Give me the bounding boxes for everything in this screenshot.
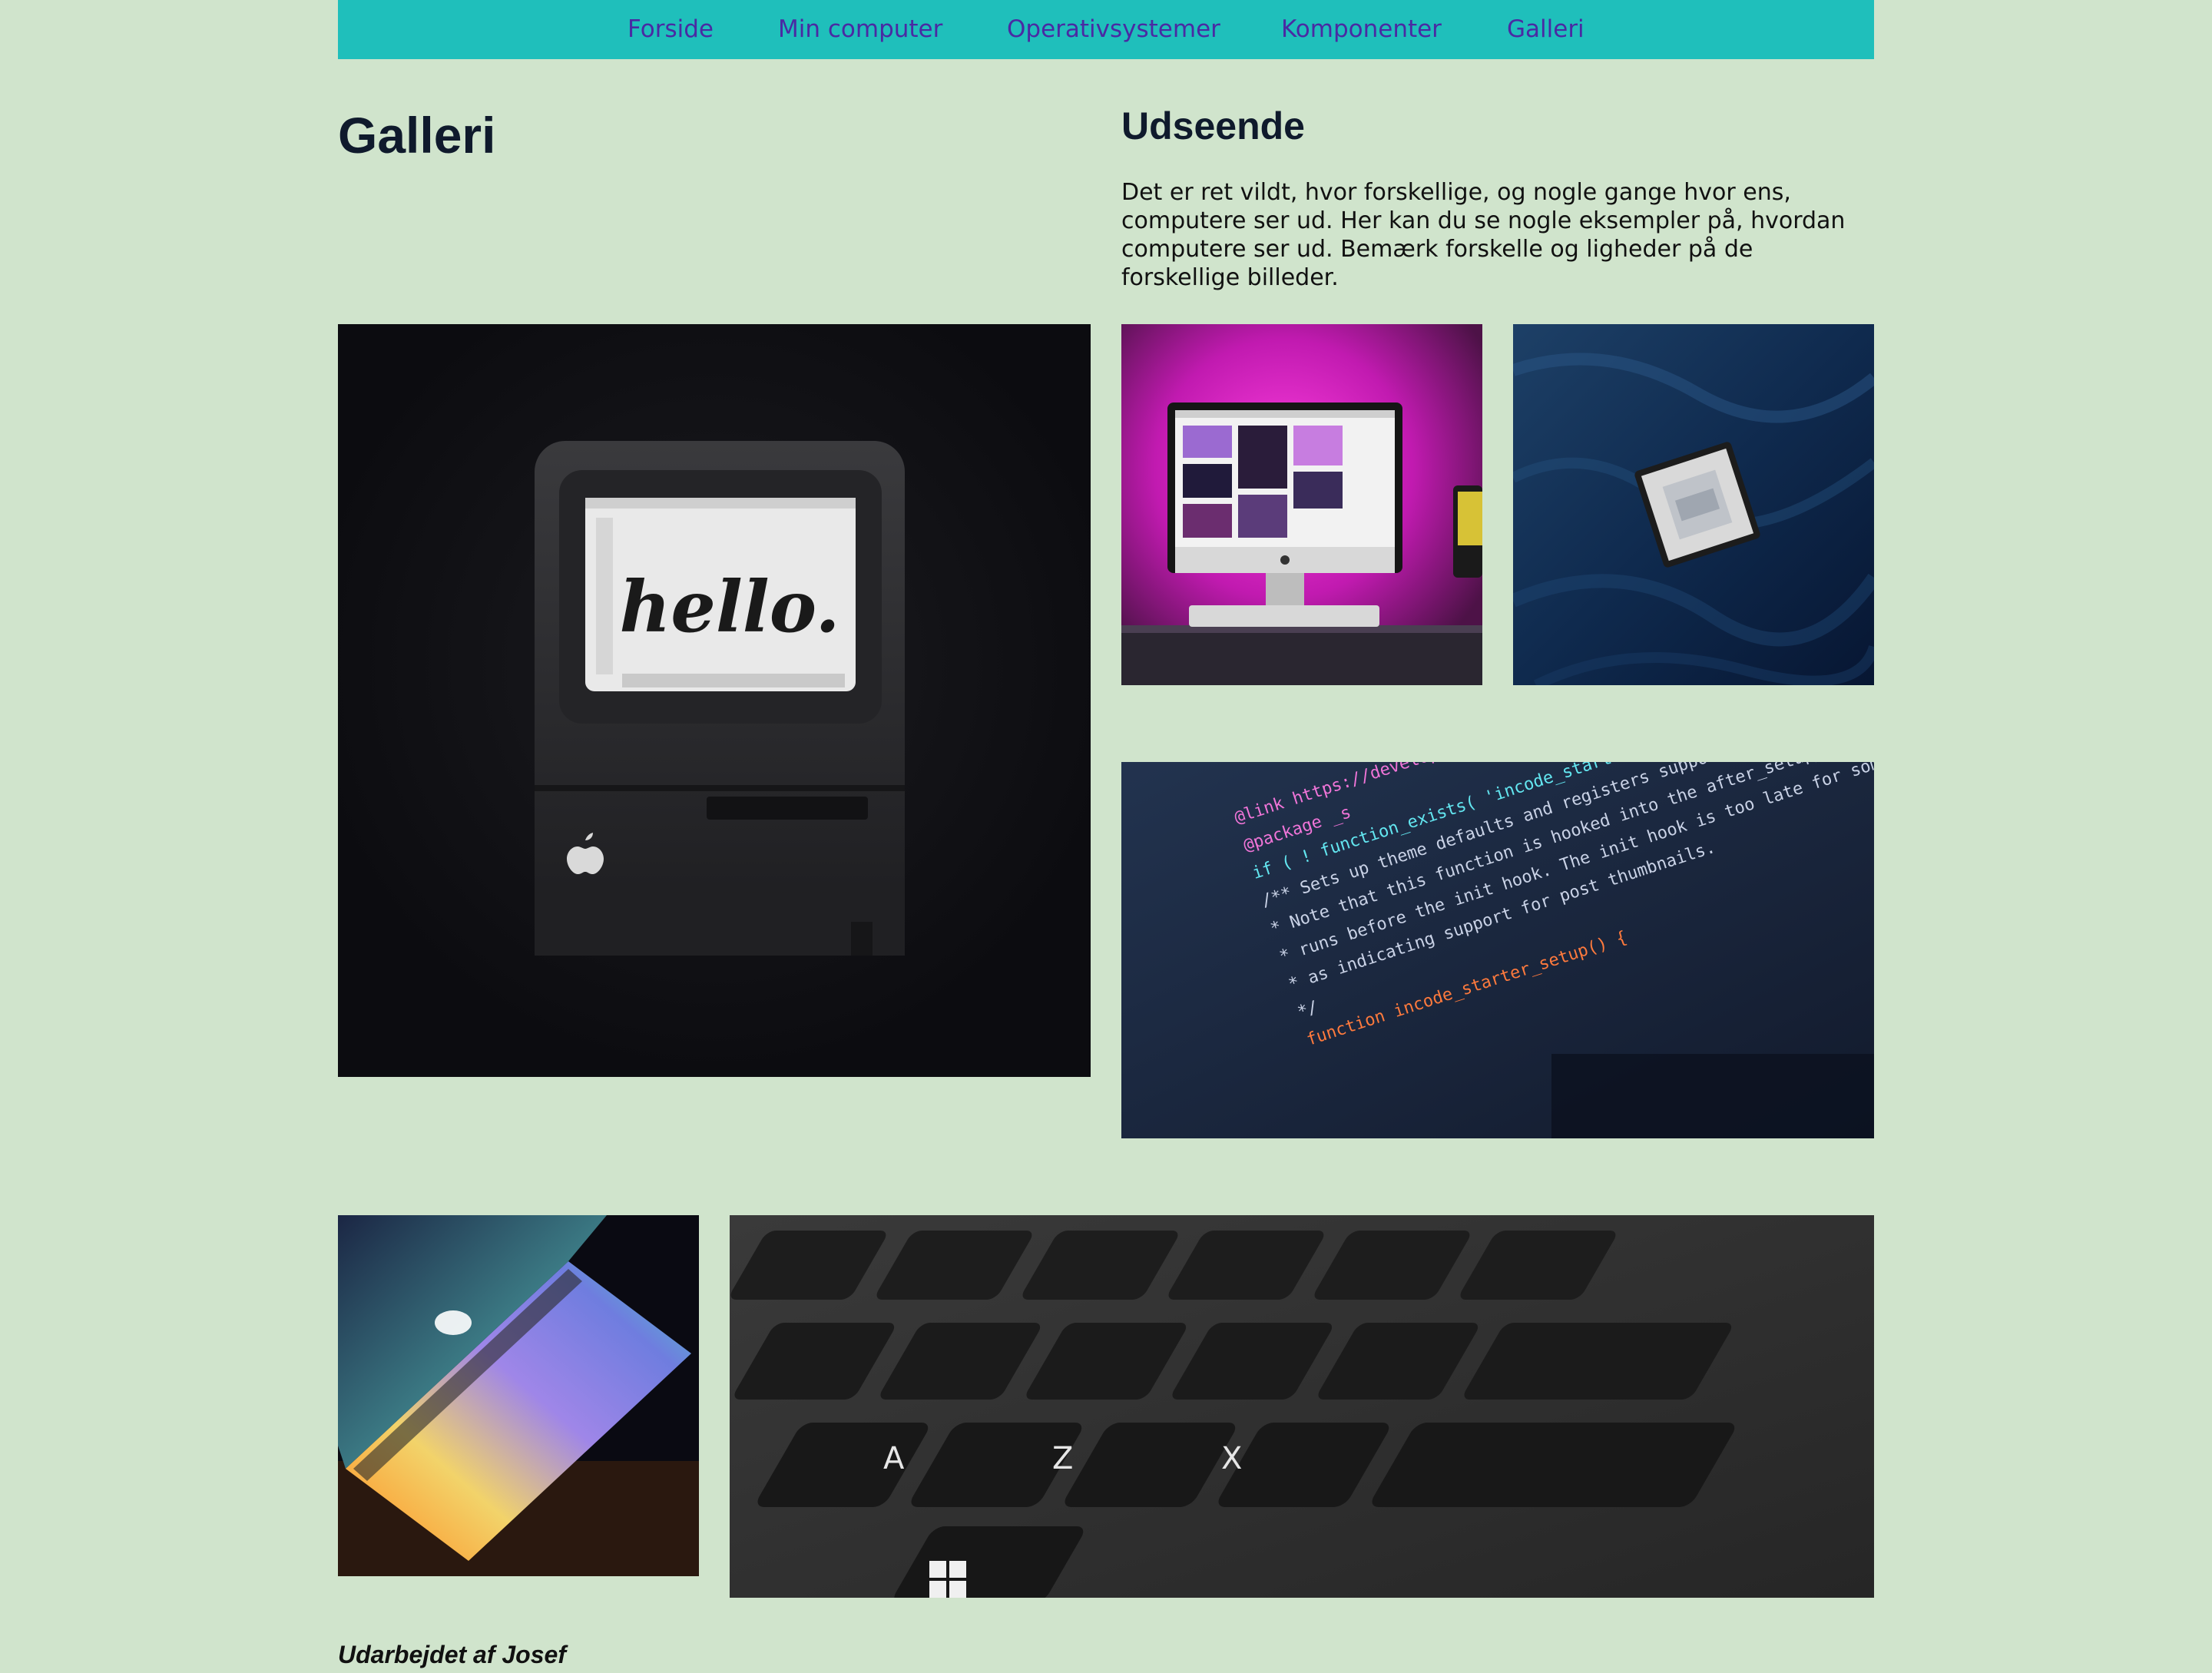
classic-mac-illustration: hello. xyxy=(338,324,1091,1077)
footer-credit: Udarbejdet af Josef xyxy=(338,1641,566,1668)
gallery-image-laptop xyxy=(338,1215,699,1576)
keyboard-illustration: A Z X xyxy=(730,1215,1874,1598)
cpu-chip-illustration xyxy=(1513,324,1874,685)
nav-link-komponenter[interactable]: Komponenter xyxy=(1281,0,1442,59)
imac-illustration xyxy=(1121,324,1482,685)
section-title: Udseende xyxy=(1121,104,1305,147)
top-nav: Forside Min computer Operativsystemer Ko… xyxy=(338,0,1874,59)
key-label: Z xyxy=(1052,1441,1073,1476)
nav-link-galleri[interactable]: Galleri xyxy=(1507,0,1584,59)
gallery-image-classic-mac: hello. xyxy=(338,324,1091,1077)
nav-link-min-computer[interactable]: Min computer xyxy=(778,0,942,59)
page-title: Galleri xyxy=(338,107,496,164)
nav-link-forside[interactable]: Forside xyxy=(628,0,714,59)
key-label: A xyxy=(883,1441,905,1476)
nav-link-operativsystemer[interactable]: Operativsystemer xyxy=(1007,0,1220,59)
gallery-image-cpu-chip xyxy=(1513,324,1874,685)
key-label: X xyxy=(1221,1441,1242,1476)
gallery-image-code-screen: @link https://developer @package _s if (… xyxy=(1121,762,1874,1138)
mac-screen-text: hello. xyxy=(619,565,839,648)
gallery-image-imac-desk xyxy=(1121,324,1482,685)
intro-paragraph: Det er ret vildt, hvor forskellige, og n… xyxy=(1121,179,1846,291)
laptop-illustration xyxy=(338,1215,699,1576)
gallery-image-keyboard: A Z X xyxy=(730,1215,1874,1598)
code-screen-illustration: @link https://developer @package _s if (… xyxy=(1121,762,1874,1138)
